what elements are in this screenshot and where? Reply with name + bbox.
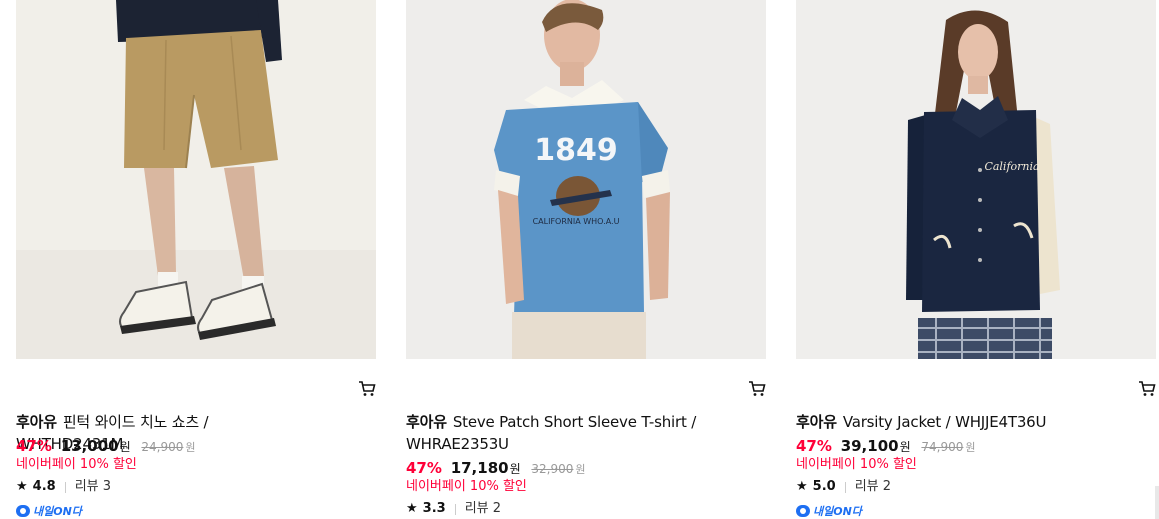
review-count[interactable]: 리뷰 2 [855,478,891,496]
sale-price: 13,000 [60,437,119,455]
product-card[interactable]: 후아유 핀턱 와이드 치노 쇼츠 / WHTHD2431M 47% 13,000원… [16,0,376,518]
original-price: 24,900 [141,440,184,454]
svg-text:CALIFORNIA WHO.A.U: CALIFORNIA WHO.A.U [533,217,620,226]
brand-name: 후아유 [796,413,837,431]
star-icon: ★ [406,501,418,516]
delivery-badge: 내일ON다 [16,504,82,518]
varsity-jacket-photo: California [796,0,1156,359]
original-price: 74,900 [921,440,964,454]
rating-score: 4.8 [32,479,56,494]
delivery-badge: 내일ON다 [796,504,862,518]
original-price: 32,900 [531,462,574,476]
product-title[interactable]: 후아유 Varsity Jacket / WHJJE4T36U [796,411,1086,433]
naverpay-discount: 네이버페이 10% 할인 [406,479,527,494]
delivery-label: 내일ON다 [33,505,82,518]
tshirt-photo: 1849 CALIFORNIA WHO.A.U [406,0,766,359]
rating-row: ★ 4.8 리뷰 3 [16,478,111,496]
product-name: Steve Patch Short Sleeve T-shirt / WHRAE… [406,413,697,453]
original-currency: 원 [575,463,586,476]
scrollbar-edge[interactable] [1155,486,1159,519]
review-count[interactable]: 리뷰 3 [75,478,111,496]
cart-icon[interactable] [748,380,766,398]
discount-rate: 47% [406,459,442,477]
divider [844,481,846,493]
rating-score: 5.0 [812,479,836,494]
rating-score: 3.3 [422,501,446,516]
product-card[interactable]: 1849 CALIFORNIA WHO.A.U 후아유 Steve Patch S… [406,0,766,516]
currency-label: 원 [119,440,131,454]
product-image[interactable]: 1849 CALIFORNIA WHO.A.U [406,0,766,359]
star-icon: ★ [796,479,808,494]
cart-icon[interactable] [1138,380,1156,398]
brand-name: 후아유 [16,413,57,431]
original-currency: 원 [185,441,196,454]
product-card[interactable]: California 후아유 Varsity Jacket / WHJJE4T36… [796,0,1156,518]
naverpay-discount: 네이버페이 10% 할인 [796,457,917,472]
delivery-icon [16,505,30,517]
product-name: Varsity Jacket / WHJJE4T36U [842,413,1047,431]
chino-shorts-photo [16,0,376,359]
review-count[interactable]: 리뷰 2 [465,500,501,518]
rating-row: ★ 3.3 리뷰 2 [406,500,501,518]
product-image[interactable]: California [796,0,1156,359]
currency-label: 원 [899,440,911,454]
currency-label: 원 [509,462,521,476]
sale-price: 17,180 [450,459,509,477]
product-image[interactable] [16,0,376,359]
cart-icon[interactable] [358,380,376,398]
delivery-icon [796,505,810,517]
sale-price: 39,100 [840,437,899,455]
discount-rate: 47% [796,437,832,455]
brand-name: 후아유 [406,413,447,431]
svg-text:California: California [984,160,1039,173]
naverpay-discount: 네이버페이 10% 할인 [16,457,137,472]
rating-row: ★ 5.0 리뷰 2 [796,478,891,496]
svg-text:1849: 1849 [534,133,618,168]
divider [454,503,456,515]
original-currency: 원 [965,441,976,454]
discount-rate: 47% [16,437,52,455]
product-title[interactable]: 후아유 Steve Patch Short Sleeve T-shirt / WH… [406,411,706,455]
delivery-label: 내일ON다 [813,505,862,518]
divider [64,481,66,493]
star-icon: ★ [16,479,28,494]
